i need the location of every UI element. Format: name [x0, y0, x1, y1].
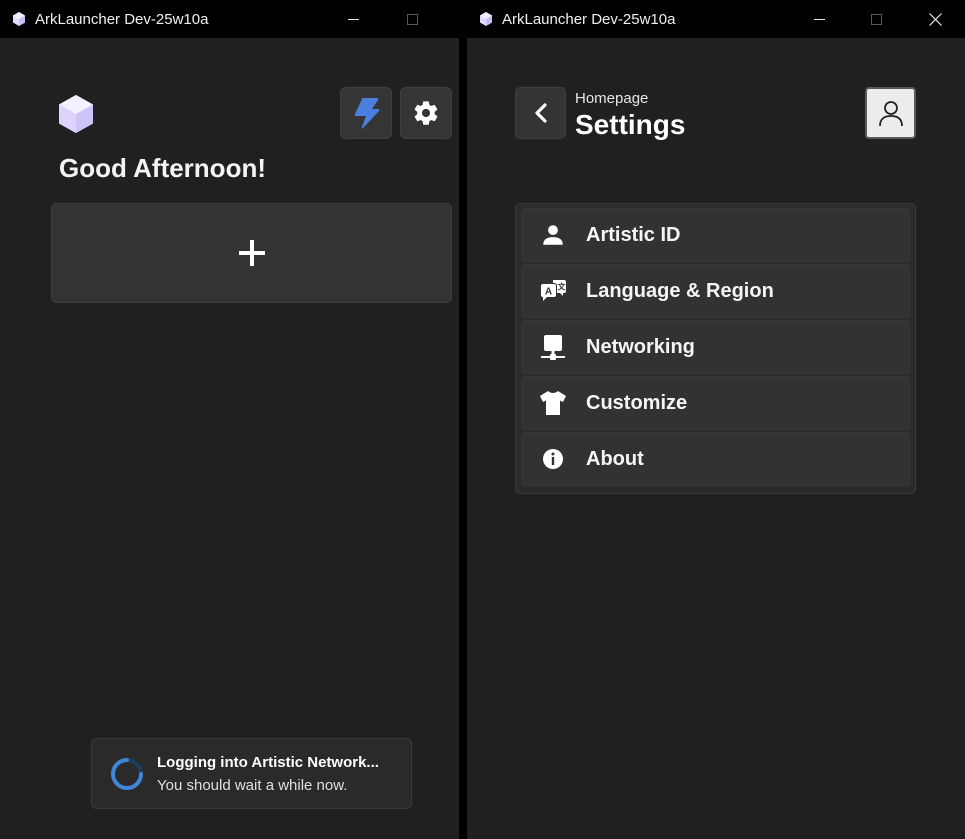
menu-item-networking[interactable]: Networking	[521, 320, 910, 374]
svg-text:文: 文	[558, 282, 567, 292]
settings-button[interactable]	[400, 87, 452, 139]
title-bar[interactable]: ArkLauncher Dev-25w10a	[0, 0, 459, 38]
lightning-icon	[354, 98, 380, 129]
add-instance-card[interactable]	[51, 203, 452, 303]
settings-window: ArkLauncher Dev-25w10a Homepage Settings…	[467, 0, 965, 839]
minimize-button[interactable]	[796, 0, 842, 38]
menu-item-label: Customize	[586, 391, 688, 414]
loading-spinner-icon	[111, 758, 143, 790]
chevron-left-icon	[534, 103, 547, 123]
menu-item-label: Language & Region	[586, 279, 774, 302]
app-cube-icon	[480, 12, 492, 26]
login-toast: Logging into Artistic Network... You sho…	[91, 738, 412, 809]
page-title: Settings	[575, 109, 686, 140]
window-title: ArkLauncher Dev-25w10a	[502, 10, 676, 28]
maximize-button[interactable]	[389, 0, 435, 38]
settings-menu: Artistic ID A 文 Language & Region Networ…	[515, 203, 916, 494]
menu-item-label: Artistic ID	[586, 223, 681, 246]
toast-message: You should wait a while now.	[157, 777, 348, 794]
home-window: ArkLauncher Dev-25w10a Good Afternoon! L…	[0, 0, 459, 839]
title-bar[interactable]: ArkLauncher Dev-25w10a	[467, 0, 965, 38]
gear-icon	[414, 101, 438, 125]
menu-item-label: About	[586, 447, 644, 470]
menu-item-artistic-id[interactable]: Artistic ID	[521, 208, 910, 262]
app-logo-icon	[59, 95, 93, 133]
person-icon	[539, 221, 567, 249]
shirt-icon	[539, 389, 567, 417]
menu-item-customize[interactable]: Customize	[521, 376, 910, 430]
close-icon	[928, 12, 942, 26]
svg-text:A: A	[545, 287, 552, 298]
greeting-heading: Good Afternoon!	[59, 153, 266, 183]
toast-title: Logging into Artistic Network...	[157, 754, 379, 771]
plus-icon	[238, 240, 265, 266]
network-icon	[539, 333, 567, 361]
app-cube-icon	[13, 12, 25, 26]
menu-item-label: Networking	[586, 335, 695, 358]
maximize-button[interactable]	[853, 0, 899, 38]
info-icon	[539, 445, 567, 473]
minimize-button[interactable]	[330, 0, 376, 38]
breadcrumb[interactable]: Homepage	[575, 90, 648, 107]
back-button[interactable]	[515, 87, 566, 139]
translate-icon: A 文	[539, 277, 567, 305]
user-avatar-icon	[878, 101, 903, 127]
quick-launch-button[interactable]	[340, 87, 392, 139]
close-button[interactable]	[912, 0, 958, 38]
menu-item-about[interactable]: About	[521, 432, 910, 486]
menu-item-language-region[interactable]: A 文 Language & Region	[521, 264, 910, 318]
window-title: ArkLauncher Dev-25w10a	[35, 10, 209, 28]
account-button[interactable]	[865, 87, 916, 139]
